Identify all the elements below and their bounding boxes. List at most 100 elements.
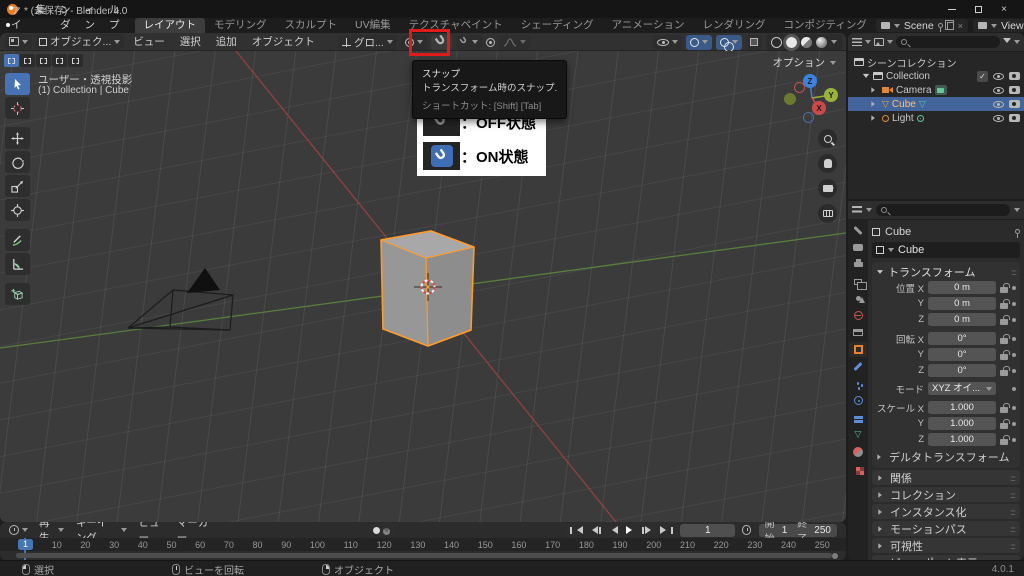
rotation-y-field[interactable]: 0° — [928, 348, 996, 361]
animate-dot-icon[interactable] — [1012, 318, 1016, 322]
animate-dot-icon[interactable] — [1012, 353, 1016, 357]
previous-keyframe-button[interactable] — [586, 524, 603, 536]
camera-object[interactable] — [128, 268, 233, 330]
start-frame-field[interactable]: 1 — [782, 525, 788, 536]
gizmo-x-axis[interactable]: X — [812, 101, 826, 115]
editor-type-button[interactable] — [5, 34, 32, 49]
next-keyframe-button[interactable] — [640, 524, 657, 536]
tool-measure[interactable] — [5, 253, 30, 275]
timeline-editor-button[interactable] — [5, 523, 32, 538]
pin-icon[interactable] — [1015, 229, 1020, 234]
filter-type-icon[interactable] — [874, 38, 884, 46]
tab-world[interactable] — [849, 308, 867, 323]
tab-particles[interactable] — [849, 376, 867, 391]
tab-render[interactable] — [849, 240, 867, 255]
tool-select-box[interactable] — [5, 73, 30, 95]
minimize-button[interactable] — [939, 0, 965, 18]
object-menu[interactable]: オブジェクト — [246, 34, 321, 49]
workspace-tab[interactable]: スカルプト — [276, 18, 347, 33]
workspace-tab[interactable]: レイアウト — [135, 18, 206, 33]
gizmo-neg-y-axis[interactable] — [784, 93, 796, 105]
gizmo-neg-x-axis[interactable] — [794, 82, 805, 93]
properties-panel-header[interactable]: コレクション — [872, 487, 1020, 502]
expand-icon[interactable] — [871, 87, 877, 93]
gizmos-toggle[interactable] — [686, 35, 712, 50]
collection-checkbox[interactable]: ✓ — [977, 71, 988, 82]
lock-icon[interactable] — [1000, 287, 1008, 293]
lock-icon[interactable] — [1000, 354, 1008, 360]
properties-editor-icon[interactable] — [852, 206, 862, 215]
navigation-gizmo[interactable]: Z Y X — [784, 71, 844, 129]
transform-orientation-dropdown[interactable]: グロ... — [338, 35, 397, 50]
properties-search-input[interactable] — [876, 204, 1010, 216]
scene-collection-row[interactable]: シーンコレクション — [848, 55, 1024, 69]
lock-icon[interactable] — [1000, 423, 1008, 429]
lock-icon[interactable] — [1000, 370, 1008, 376]
render-visibility-icon[interactable] — [1009, 100, 1020, 108]
workspace-tab[interactable]: アニメーション — [602, 18, 693, 33]
expand-icon[interactable] — [871, 115, 877, 121]
material-shading-icon[interactable] — [801, 37, 812, 48]
breadcrumb-object[interactable]: Cube — [885, 226, 911, 238]
render-visibility-icon[interactable] — [1009, 114, 1020, 122]
camera-row[interactable]: Camera — [848, 83, 1024, 97]
delta-transform-panel[interactable]: デルタトランスフォーム — [876, 450, 1016, 464]
workspace-tab[interactable]: モデリング — [205, 18, 276, 33]
collection-row[interactable]: Collection ✓ — [848, 69, 1024, 83]
gizmo-z-axis[interactable]: Z — [803, 74, 817, 88]
animate-dot-icon[interactable] — [1012, 369, 1016, 373]
camera-data-icon[interactable] — [935, 85, 947, 95]
light-row[interactable]: Light — [848, 111, 1024, 125]
pin-icon[interactable] — [938, 23, 943, 28]
outliner-search-input[interactable] — [896, 36, 1000, 48]
camera-view-button[interactable] — [818, 179, 837, 198]
end-frame-field[interactable]: 250 — [814, 525, 831, 536]
scene-selector[interactable]: Scene × — [876, 19, 968, 32]
rotation-x-field[interactable]: 0° — [928, 332, 996, 345]
proportional-edit-icon[interactable] — [486, 38, 495, 47]
animate-dot-icon[interactable] — [1012, 387, 1016, 391]
chevron-down-icon[interactable] — [1014, 208, 1020, 215]
location-x-field[interactable]: 0 m — [928, 281, 996, 294]
hide-eye-icon[interactable] — [993, 87, 1004, 94]
tab-material[interactable] — [849, 444, 867, 459]
transform-panel-header[interactable]: トランスフォーム — [876, 264, 1016, 279]
animate-dot-icon[interactable] — [1012, 286, 1016, 290]
falloff-dropdown[interactable] — [499, 35, 530, 50]
visibility-dropdown[interactable] — [653, 35, 682, 50]
mode-dropdown[interactable]: オブジェク... — [35, 34, 124, 49]
render-visibility-icon[interactable] — [1009, 72, 1020, 80]
lock-icon[interactable] — [1000, 439, 1008, 445]
animate-dot-icon[interactable] — [1012, 422, 1016, 426]
rotation-mode-dropdown[interactable]: XYZ オイ... — [928, 382, 996, 395]
select-mode-invert[interactable] — [52, 54, 67, 67]
animate-dot-icon[interactable] — [1012, 438, 1016, 442]
select-mode-intersect[interactable] — [68, 54, 83, 67]
workspace-tab[interactable]: シェーディング — [512, 18, 603, 33]
properties-panel-header[interactable]: 可視性 — [872, 538, 1020, 553]
light-data-icon[interactable] — [917, 115, 924, 122]
maximize-button[interactable] — [965, 0, 991, 18]
expand-icon[interactable] — [863, 74, 869, 81]
tab-texture[interactable] — [849, 461, 867, 476]
scrollbar-handle[interactable] — [832, 553, 838, 559]
current-frame-field[interactable]: 1 — [680, 524, 735, 537]
select-mode-new[interactable] — [4, 54, 19, 67]
ortho-toggle-button[interactable] — [818, 204, 837, 223]
lock-icon[interactable] — [1000, 407, 1008, 413]
scale-y-field[interactable]: 1.000 — [928, 417, 996, 430]
wireframe-shading-icon[interactable] — [771, 37, 782, 48]
rendered-shading-icon[interactable] — [816, 37, 827, 48]
expand-icon[interactable] — [871, 101, 877, 107]
workspace-tab[interactable]: UV編集 — [346, 18, 400, 33]
location-y-field[interactable]: 0 m — [928, 297, 996, 310]
filter-icon[interactable] — [1003, 38, 1011, 47]
scale-z-field[interactable]: 1.000 — [928, 433, 996, 446]
display-mode-icon[interactable] — [852, 38, 862, 46]
play-reverse-button[interactable] — [604, 524, 621, 536]
tool-annotate[interactable] — [5, 229, 30, 251]
view-menu[interactable]: ビュー — [127, 34, 171, 49]
render-visibility-icon[interactable] — [1009, 86, 1020, 94]
new-scene-icon[interactable] — [947, 22, 954, 30]
auto-key-button[interactable] — [368, 523, 395, 537]
